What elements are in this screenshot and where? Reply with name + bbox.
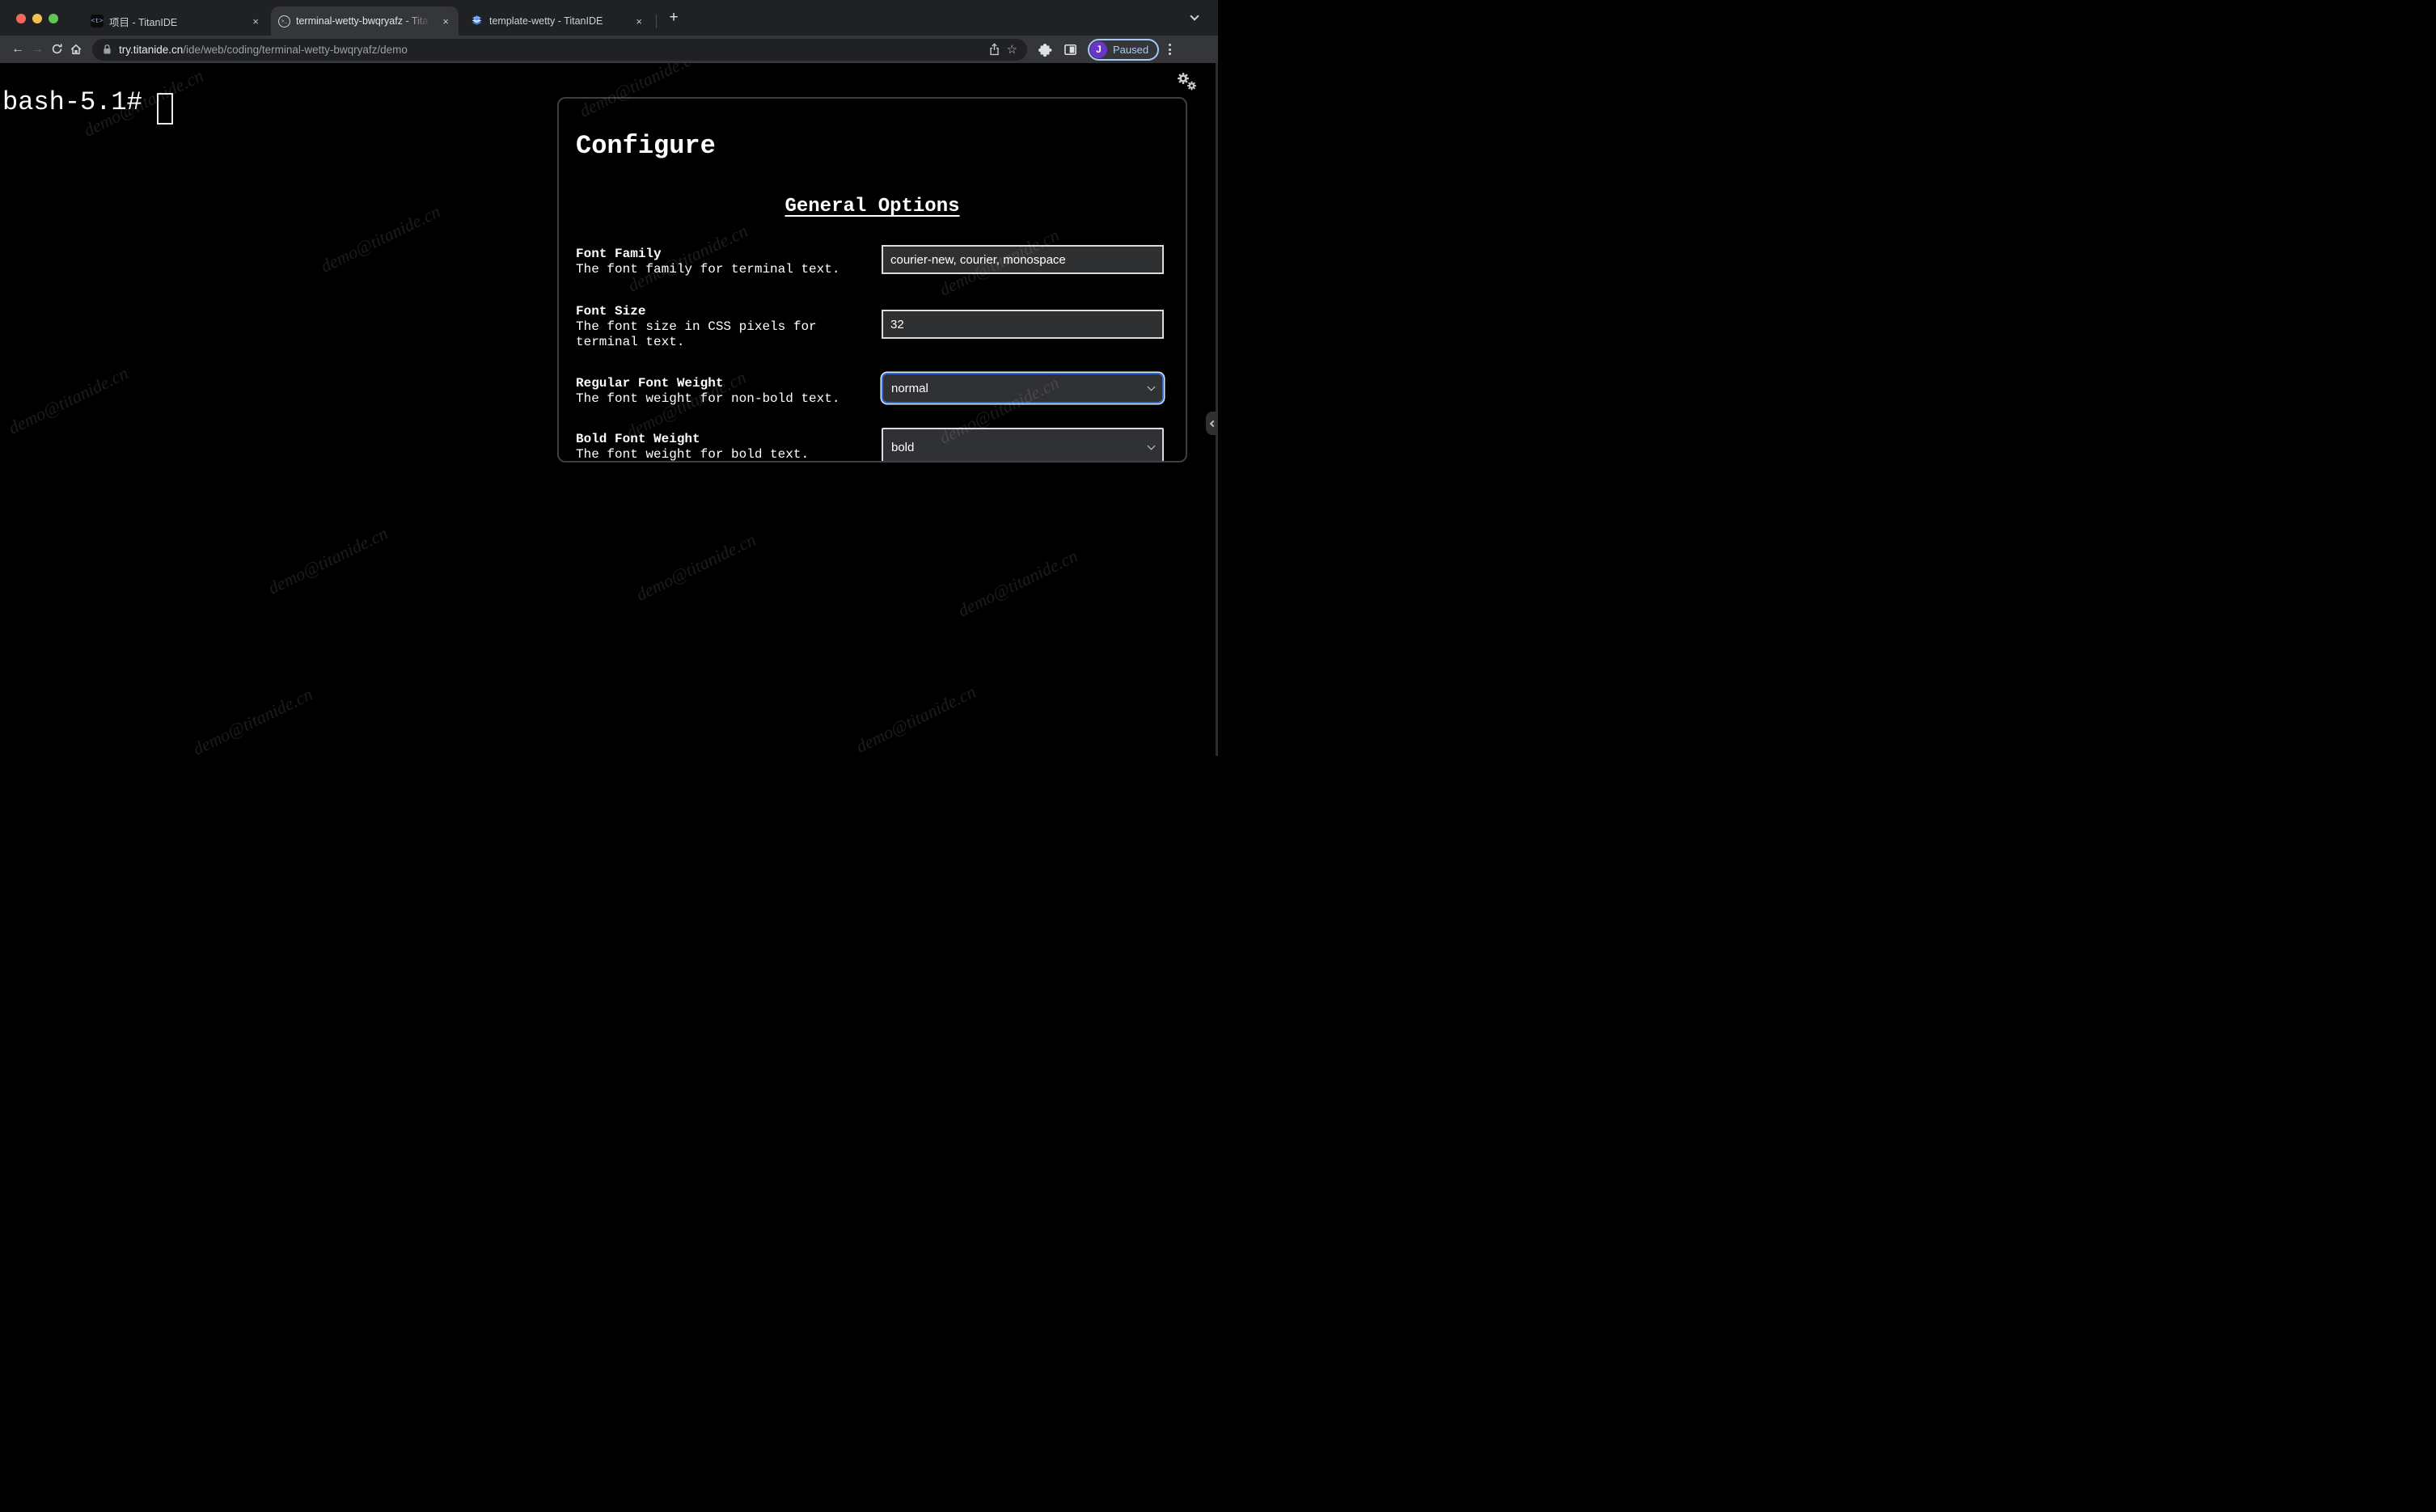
extensions-button[interactable] (1038, 43, 1052, 57)
tab-title: 项目 - TitanIDE (109, 16, 178, 28)
minimize-window-button[interactable] (32, 14, 42, 23)
bookmark-star-icon[interactable]: ☆ (1007, 42, 1017, 57)
setting-label: Regular Font Weight (576, 376, 724, 391)
reload-icon (52, 44, 62, 54)
setting-description: The font family for terminal text. (576, 262, 840, 277)
side-panel-icon (1064, 44, 1076, 55)
panel-title: Configure (576, 131, 716, 161)
settings-gears-icon[interactable] (1177, 73, 1198, 92)
browser-menu-button[interactable] (1169, 42, 1172, 57)
terminal-prompt: bash-5.1# (2, 87, 142, 117)
font-family-input[interactable] (882, 245, 1164, 274)
puzzle-icon (1038, 43, 1052, 57)
close-icon[interactable]: × (250, 15, 261, 27)
traffic-lights (16, 14, 58, 23)
profile-status-label: Paused (1113, 43, 1149, 56)
section-heading: General Options (785, 196, 960, 218)
close-window-button[interactable] (16, 14, 26, 23)
bold-font-weight-select[interactable]: bold (882, 428, 1164, 461)
forward-button[interactable]: → (27, 42, 47, 57)
home-icon (70, 44, 82, 54)
tab-strip: <t> 项目 - TitanIDE × >_ terminal-wetty-bw… (0, 0, 1218, 36)
tab-title: terminal-wetty-bwqryafz - Tita (296, 15, 429, 27)
tab-divider (656, 15, 657, 28)
reload-button[interactable] (47, 42, 66, 57)
layers-icon: </> (472, 15, 482, 25)
terminal-page: bash-5.1# Configure General Options Font… (0, 63, 1218, 756)
setting-label: Bold Font Weight (576, 432, 700, 446)
selected-value: bold (891, 440, 915, 454)
setting-row-font-size: Font Size The font size in CSS pixels fo… (576, 304, 1164, 350)
svg-text:</>: </> (474, 16, 480, 20)
right-edge-divider (1216, 63, 1218, 756)
tab-template-wetty[interactable]: </> template-wetty - TitanIDE × (463, 6, 652, 36)
zoom-window-button[interactable] (49, 14, 58, 23)
chevron-down-icon (1147, 382, 1156, 391)
setting-label: Font Family (576, 247, 662, 261)
setting-row-regular-font-weight: Regular Font Weight The font weight for … (576, 373, 1164, 407)
regular-font-weight-select[interactable]: normal (882, 373, 1164, 403)
share-icon[interactable] (988, 43, 1000, 56)
setting-label: Font Size (576, 304, 646, 319)
browser-toolbar: ← → try.titanide.cn/ide/web/coding/termi… (0, 36, 1218, 63)
profile-badge[interactable]: J Paused (1088, 38, 1160, 61)
tab-search-chevron-down-icon[interactable] (1190, 11, 1199, 21)
url-host: try.titanide.cn (119, 43, 184, 56)
close-icon[interactable]: × (633, 15, 645, 27)
terminal-icon: >_ (278, 15, 290, 27)
browser-chrome: <t> 项目 - TitanIDE × >_ terminal-wetty-bw… (0, 0, 1218, 63)
configure-panel: Configure General Options Font Family Th… (557, 97, 1187, 462)
new-tab-button[interactable]: + (663, 7, 684, 28)
close-icon[interactable]: × (440, 15, 451, 27)
font-size-input[interactable] (882, 310, 1164, 339)
code-tag-icon: <t> (91, 15, 104, 27)
avatar: J (1090, 40, 1107, 58)
setting-row-font-family: Font Family The font family for terminal… (576, 245, 1164, 277)
url-path: /ide/web/coding/terminal-wetty-bwqryafz/… (183, 43, 408, 56)
url-text: try.titanide.cn/ide/web/coding/terminal-… (119, 44, 982, 56)
terminal-cursor (157, 93, 173, 125)
setting-description: The font size in CSS pixels for terminal… (576, 319, 817, 349)
back-button[interactable]: ← (8, 42, 27, 57)
chevron-left-icon (1209, 420, 1216, 427)
chevron-down-icon (1147, 441, 1156, 450)
selected-value: normal (891, 381, 928, 395)
address-bar[interactable]: try.titanide.cn/ide/web/coding/terminal-… (92, 38, 1027, 61)
side-panel-button[interactable] (1064, 43, 1077, 57)
tab-title: template-wetty - TitanIDE (489, 15, 603, 27)
setting-description: The font weight for bold text. (576, 447, 810, 462)
tab-terminal-wetty[interactable]: >_ terminal-wetty-bwqryafz - Tita × (271, 6, 459, 36)
home-button[interactable] (66, 42, 86, 57)
setting-description: The font weight for non-bold text. (576, 391, 840, 406)
tab-project[interactable]: <t> 项目 - TitanIDE × (83, 6, 269, 36)
setting-row-bold-font-weight: Bold Font Weight The font weight for bol… (576, 428, 1164, 462)
lock-icon (104, 44, 111, 54)
sidebar-collapse-handle[interactable] (1206, 412, 1217, 435)
